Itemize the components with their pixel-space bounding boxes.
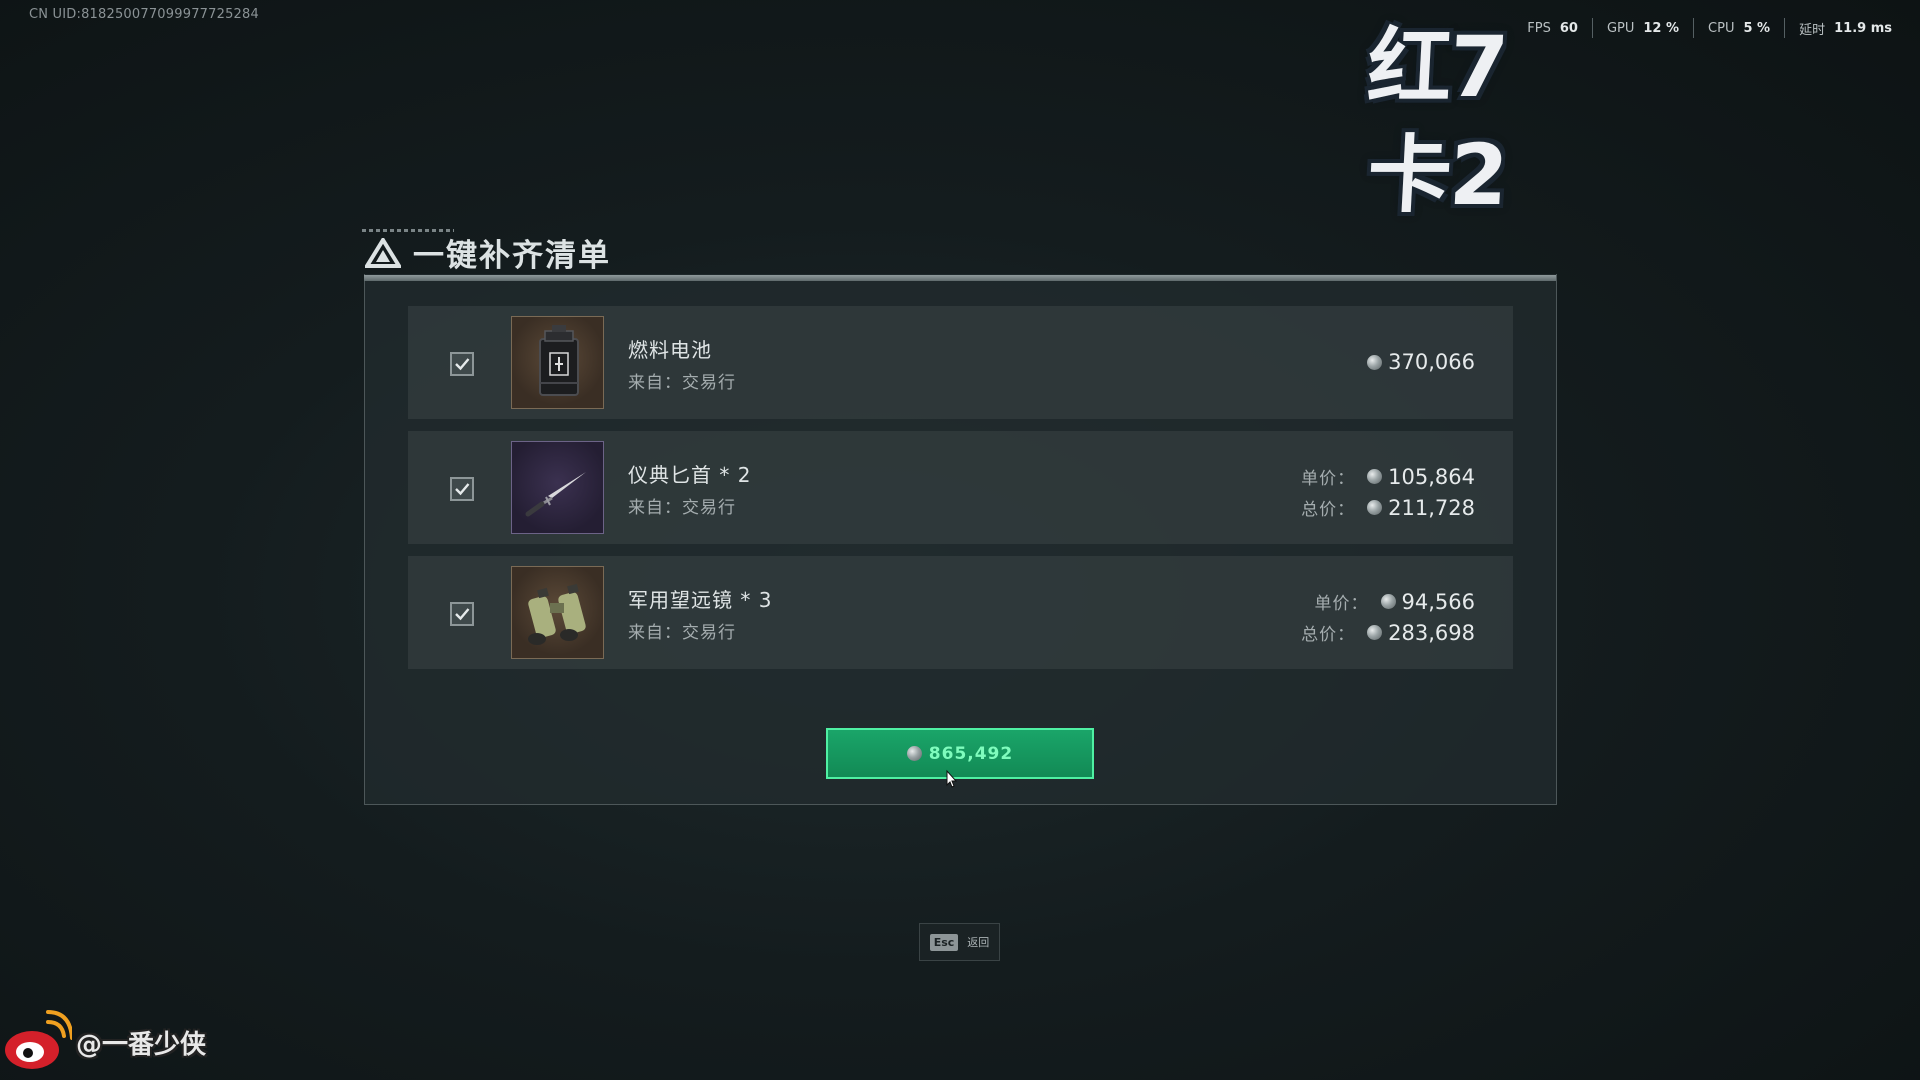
item-name: 仪典匕首 * 2 xyxy=(628,463,752,487)
check-icon xyxy=(455,358,470,371)
item-prices: 单价： 105,864 总价： 211,728 xyxy=(1301,461,1475,523)
unit-price-line: 单价： 94,566 xyxy=(1301,586,1475,617)
item-price: 370,066 xyxy=(1367,350,1475,374)
triangle-logo-icon xyxy=(365,237,401,268)
total-price-line: 总价： 211,728 xyxy=(1301,492,1475,523)
buy-all-button[interactable]: 865,492 xyxy=(826,728,1094,779)
total-price-label: 总价： xyxy=(1301,625,1356,645)
streamer-overlay-line2: 卡2 xyxy=(1365,126,1509,224)
weibo-logo-icon xyxy=(5,1010,72,1069)
list-item: 军用望远镜 * 3 来自：交易行 单价： 94,566 总价： 283,698 xyxy=(408,556,1513,669)
item-checkbox[interactable] xyxy=(450,352,474,376)
check-icon xyxy=(455,483,470,496)
gpu-label: GPU xyxy=(1606,20,1635,36)
total-price-value: 283,698 xyxy=(1388,620,1475,645)
esc-key: Esc xyxy=(929,933,959,951)
cpu-value: 5 % xyxy=(1743,20,1771,36)
binoculars-icon xyxy=(511,566,604,659)
performance-overlay: FPS 60 GPU 12 % CPU 5 % 延时 11.9 ms xyxy=(1513,18,1906,38)
item-source: 来自：交易行 xyxy=(628,623,736,643)
cpu-label: CPU xyxy=(1708,20,1735,36)
coin-icon xyxy=(1367,354,1383,370)
coin-icon xyxy=(906,746,922,761)
gpu-readout: GPU 12 % xyxy=(1591,18,1693,38)
unit-price-value: 94,566 xyxy=(1401,589,1475,614)
esc-back-button[interactable]: Esc 返回 xyxy=(919,923,1000,961)
fps-value: 60 xyxy=(1559,20,1578,36)
list-item: 燃料电池 来自：交易行 370,066 xyxy=(408,306,1513,419)
item-checkbox[interactable] xyxy=(450,477,474,501)
item-name: 燃料电池 xyxy=(628,338,712,362)
check-icon xyxy=(455,608,470,621)
coin-icon xyxy=(1367,625,1383,640)
unit-price-line: 单价： 105,864 xyxy=(1301,461,1475,492)
panel-title: 一键补齐清单 xyxy=(413,238,611,274)
total-price-value: 211,728 xyxy=(1388,495,1475,520)
item-name: 军用望远镜 * 3 xyxy=(628,588,773,612)
item-checkbox[interactable] xyxy=(450,602,474,626)
coin-icon xyxy=(1380,594,1396,609)
esc-label: 返回 xyxy=(967,936,990,949)
fuel-cell-icon xyxy=(511,316,604,409)
item-price-value: 370,066 xyxy=(1388,350,1475,374)
total-price-label: 总价： xyxy=(1301,500,1356,520)
latency-label: 延时 xyxy=(1799,22,1826,38)
unit-price-label: 单价： xyxy=(1301,469,1356,489)
panel-top-border xyxy=(364,275,1556,281)
item-source: 来自：交易行 xyxy=(628,498,736,518)
list-item: 仪典匕首 * 2 来自：交易行 单价： 105,864 总价： 211,728 xyxy=(408,431,1513,544)
item-prices: 单价： 94,566 总价： 283,698 xyxy=(1301,586,1475,648)
dagger-icon xyxy=(511,441,604,534)
latency-readout: 延时 11.9 ms xyxy=(1784,18,1906,38)
total-price-line: 总价： 283,698 xyxy=(1301,617,1475,648)
gpu-value: 12 % xyxy=(1643,20,1680,36)
item-source: 来自：交易行 xyxy=(628,373,736,393)
cpu-readout: CPU 5 % xyxy=(1693,18,1784,38)
unit-price-value: 105,864 xyxy=(1388,464,1475,489)
fps-readout: FPS 60 xyxy=(1513,18,1592,38)
weibo-handle: @一番少侠 xyxy=(76,1029,207,1060)
panel-header: 一键补齐清单 xyxy=(365,230,611,275)
player-uid: CN UID:818250077099977725284 xyxy=(29,7,259,22)
coin-icon xyxy=(1367,469,1383,484)
coin-icon xyxy=(1367,500,1383,515)
weibo-watermark: @一番少侠 xyxy=(2,1010,206,1074)
fps-label: FPS xyxy=(1527,20,1551,36)
buy-total: 865,492 xyxy=(928,743,1014,764)
mouse-cursor-icon xyxy=(946,769,958,788)
streamer-overlay-line1: 红7 xyxy=(1365,18,1509,116)
unit-price-label: 单价： xyxy=(1314,594,1369,614)
latency-value: 11.9 ms xyxy=(1834,20,1892,36)
